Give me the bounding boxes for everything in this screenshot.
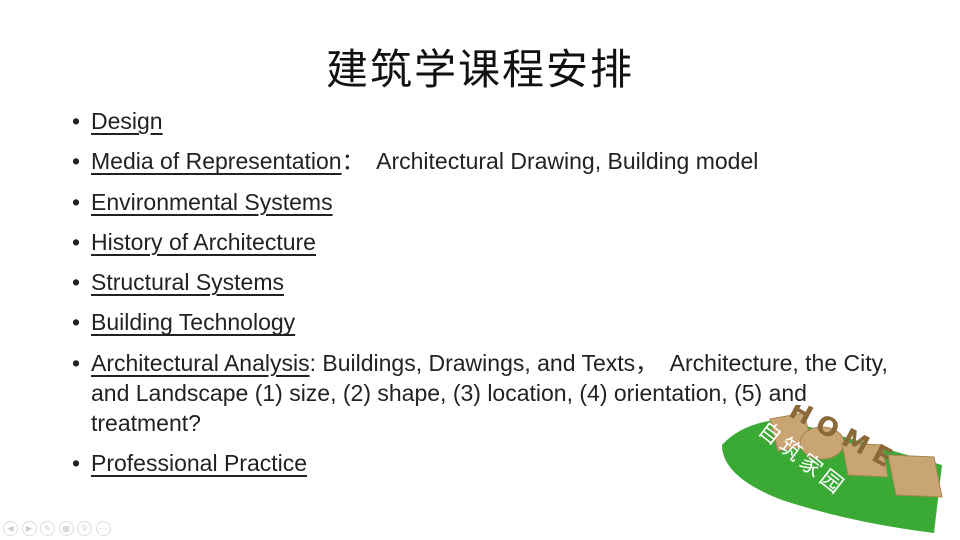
bullet-icon: • (72, 188, 81, 215)
bullet-icon: • (72, 450, 81, 477)
previous-slide-icon[interactable]: ◀ (3, 521, 18, 536)
slides-grid-icon[interactable]: ▦ (58, 521, 74, 536)
next-slide-icon[interactable]: ▶ (21, 521, 37, 536)
bullet-icon: • (72, 349, 81, 376)
bullet-icon: • (72, 269, 81, 296)
item-heading[interactable]: Building Technology (91, 309, 295, 335)
list-item-history: • History of Architecture (72, 227, 892, 257)
item-heading[interactable]: Structural Systems (91, 269, 284, 295)
item-heading[interactable]: Environmental Systems (91, 189, 333, 215)
item-heading[interactable]: Media of Representation (91, 148, 342, 174)
list-item-environmental: • Environmental Systems (72, 187, 892, 217)
list-item-media: • Media of Representation： Architectural … (72, 146, 892, 176)
item-text: ： Architectural Drawing, Building model (341, 148, 759, 175)
bullet-icon: • (72, 148, 81, 175)
presentation-controls: ◀ ▶ ✎ ▦ ⚲ ⋯ (3, 521, 111, 536)
slide: 建筑学课程安排 • Design • Media of Representation… (0, 0, 960, 540)
item-heading[interactable]: Professional Practice (91, 450, 307, 476)
home-logo: HOME 自筑家园 (722, 405, 943, 533)
pen-icon[interactable]: ✎ (40, 521, 55, 536)
item-heading[interactable]: History of Architecture (91, 229, 316, 255)
list-item-design: • Design (72, 106, 892, 136)
zoom-icon[interactable]: ⚲ (77, 521, 92, 536)
bullet-icon: • (72, 309, 81, 336)
list-item-structural: • Structural Systems (72, 267, 892, 297)
list-item-technology: • Building Technology (72, 307, 892, 337)
item-heading[interactable]: Architectural Analysis (91, 350, 310, 376)
slide-title: 建筑学课程安排 (325, 45, 634, 94)
more-options-icon[interactable]: ⋯ (95, 521, 111, 536)
bullet-icon: • (72, 108, 81, 134)
item-heading[interactable]: Design (91, 108, 163, 134)
bullet-icon: • (72, 228, 81, 255)
